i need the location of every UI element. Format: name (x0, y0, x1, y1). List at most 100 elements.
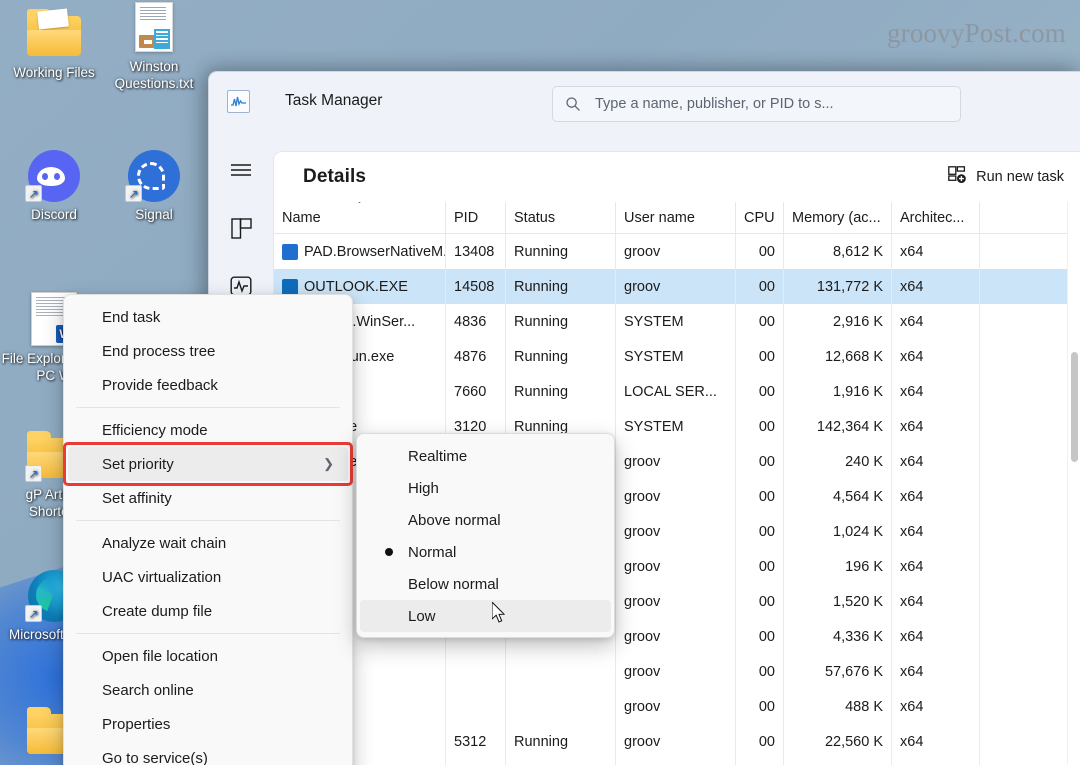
page-header: Details Run new task (274, 152, 1080, 202)
menu-item-create-dump-file[interactable]: Create dump file (68, 594, 348, 628)
cell-cpu: 00 (736, 689, 784, 724)
cell-arch: x64 (892, 759, 980, 765)
menu-item-label: End process tree (102, 342, 216, 360)
menu-item-provide-feedback[interactable]: Provide feedback (68, 368, 348, 402)
desktop-icon-label: Signal (135, 207, 173, 222)
cell-mem: 488 K (784, 689, 892, 724)
table-row[interactable]: groov 00 57,676 K x64 (274, 654, 1080, 689)
cell-text: 4,336 K (833, 628, 883, 645)
desktop-icon-discord[interactable]: ↗ Discord (0, 150, 108, 223)
menu-separator (76, 633, 340, 634)
table-row[interactable]: OUTLOOK.EXE 14508 Running groov 00 131,772 K x… (274, 269, 1080, 304)
menu-item-efficiency-mode[interactable]: Efficiency mode (68, 413, 348, 447)
column-header-status[interactable]: Status (506, 202, 616, 233)
search-input[interactable]: Type a name, publisher, or PID to s... (595, 96, 834, 112)
menu-item-search-online[interactable]: Search online (68, 673, 348, 707)
cell-spacer (980, 654, 1080, 689)
menu-item-set-affinity[interactable]: Set affinity (68, 481, 348, 515)
cell-pid: 5312 (446, 724, 506, 759)
cell-arch: x64 (892, 514, 980, 549)
cell-spacer (980, 619, 1080, 654)
column-header-user[interactable]: User name (616, 202, 736, 233)
priority-option-above-normal[interactable]: Above normal (360, 504, 611, 536)
cell-text: 00 (758, 558, 775, 575)
desktop-icon-winston-questions[interactable]: Winston Questions.txt (100, 2, 208, 92)
cell-text: groov (624, 628, 661, 645)
menu-item-set-priority[interactable]: Set priority ❯ (63, 442, 353, 486)
cell-pid: 4836 (446, 304, 506, 339)
cell-mem: 1,024 K (784, 514, 892, 549)
process-icon (282, 243, 298, 260)
cell-status: Running (506, 724, 616, 759)
desktop-icon-working-files[interactable]: Working Files (0, 8, 108, 81)
menu-item-label: Set affinity (102, 489, 172, 507)
cell-text: Running (514, 278, 569, 295)
run-new-task-button[interactable]: Run new task (938, 160, 1074, 194)
table-row[interactable]: lickToRun.exe4876RunningSYSTEM0012,668 K… (274, 339, 1080, 374)
column-header-label: Status (514, 209, 556, 226)
scrollbar-thumb[interactable] (1071, 352, 1078, 462)
search-box[interactable]: Type a name, publisher, or PID to s... (552, 86, 961, 122)
cell-text: x64 (900, 383, 924, 400)
cell-text: 8,612 K (833, 243, 883, 260)
priority-option-realtime[interactable]: Realtime (360, 440, 611, 472)
cell-spacer (980, 479, 1080, 514)
column-header-pid[interactable]: PID (446, 202, 506, 233)
desktop-icon-signal[interactable]: ↗ Signal (100, 150, 208, 223)
cell-mem: 142,364 K (784, 409, 892, 444)
cell-arch: x64 (892, 479, 980, 514)
cell-user: groov (616, 269, 736, 304)
cell-arch: x64 (892, 654, 980, 689)
cell-text: x64 (900, 278, 924, 295)
vertical-scrollbar[interactable] (1067, 202, 1080, 765)
table-row[interactable]: p.IGCC.WinSer... 4836 Running SYSTEM 00 2,916… (274, 304, 1080, 339)
cell-cpu: 00 (736, 654, 784, 689)
cell-text: 4876 (454, 348, 487, 365)
cell-arch: x64 (892, 339, 980, 374)
cell-text: 00 (758, 313, 775, 330)
cell-text: groov (624, 698, 661, 715)
cell-arch: x64 (892, 269, 980, 304)
priority-option-low[interactable]: Low (360, 600, 611, 632)
cell-spacer (980, 724, 1080, 759)
cell-mem: 6,764 K (784, 759, 892, 765)
column-header-arch[interactable]: Architec... (892, 202, 980, 233)
menu-item-properties[interactable]: Properties (68, 707, 348, 741)
cell-spacer (980, 444, 1080, 479)
cell-mem: 196 K (784, 549, 892, 584)
priority-option-below-normal[interactable]: Below normal (360, 568, 611, 600)
priority-option-high[interactable]: High (360, 472, 611, 504)
menu-item-analyze-wait-chain[interactable]: Analyze wait chain (68, 526, 348, 560)
cell-text: 00 (758, 628, 775, 645)
table-row[interactable]: e.exe12328Runninggroov006,764 Kx64 (274, 759, 1080, 765)
menu-item-end-task[interactable]: End task (68, 300, 348, 334)
column-header-name[interactable]: Name ⌄ (274, 202, 446, 233)
cell-cpu: 00 (736, 759, 784, 765)
cell-spacer (980, 584, 1080, 619)
priority-option-normal[interactable]: Normal (360, 536, 611, 568)
menu-item-uac-virtualization[interactable]: UAC virtualization (68, 560, 348, 594)
sidebar-item-processes[interactable] (221, 208, 261, 248)
cell-text: groov (624, 453, 661, 470)
cell-text: 5312 (454, 733, 487, 750)
table-row[interactable]: PAD.BrowserNativeM... 13408 Running groov 00… (274, 234, 1080, 269)
cell-cpu: 00 (736, 374, 784, 409)
cell-text: Running (514, 243, 569, 260)
column-header-mem[interactable]: Memory (ac... (784, 202, 892, 233)
cell-text: 00 (758, 523, 775, 540)
hamburger-icon[interactable] (221, 150, 261, 190)
menu-item-go-to-service-s[interactable]: Go to service(s) (68, 741, 348, 765)
cell-cpu: 00 (736, 724, 784, 759)
cell-user: groov (616, 619, 736, 654)
cell-spacer (980, 689, 1080, 724)
cell-text: x64 (900, 733, 924, 750)
cell-text: x64 (900, 628, 924, 645)
menu-item-end-process-tree[interactable]: End process tree (68, 334, 348, 368)
menu-item-open-file-location[interactable]: Open file location (68, 639, 348, 673)
table-row[interactable]: exe7660RunningLOCAL SER...001,916 Kx64 (274, 374, 1080, 409)
table-row[interactable]: e.exe5312Runninggroov0022,560 Kx64 (274, 724, 1080, 759)
cell-user: groov (616, 234, 736, 269)
column-header-cpu[interactable]: CPU (736, 202, 784, 233)
cell-mem: 4,336 K (784, 619, 892, 654)
table-row[interactable]: groov 00 488 K x64 (274, 689, 1080, 724)
